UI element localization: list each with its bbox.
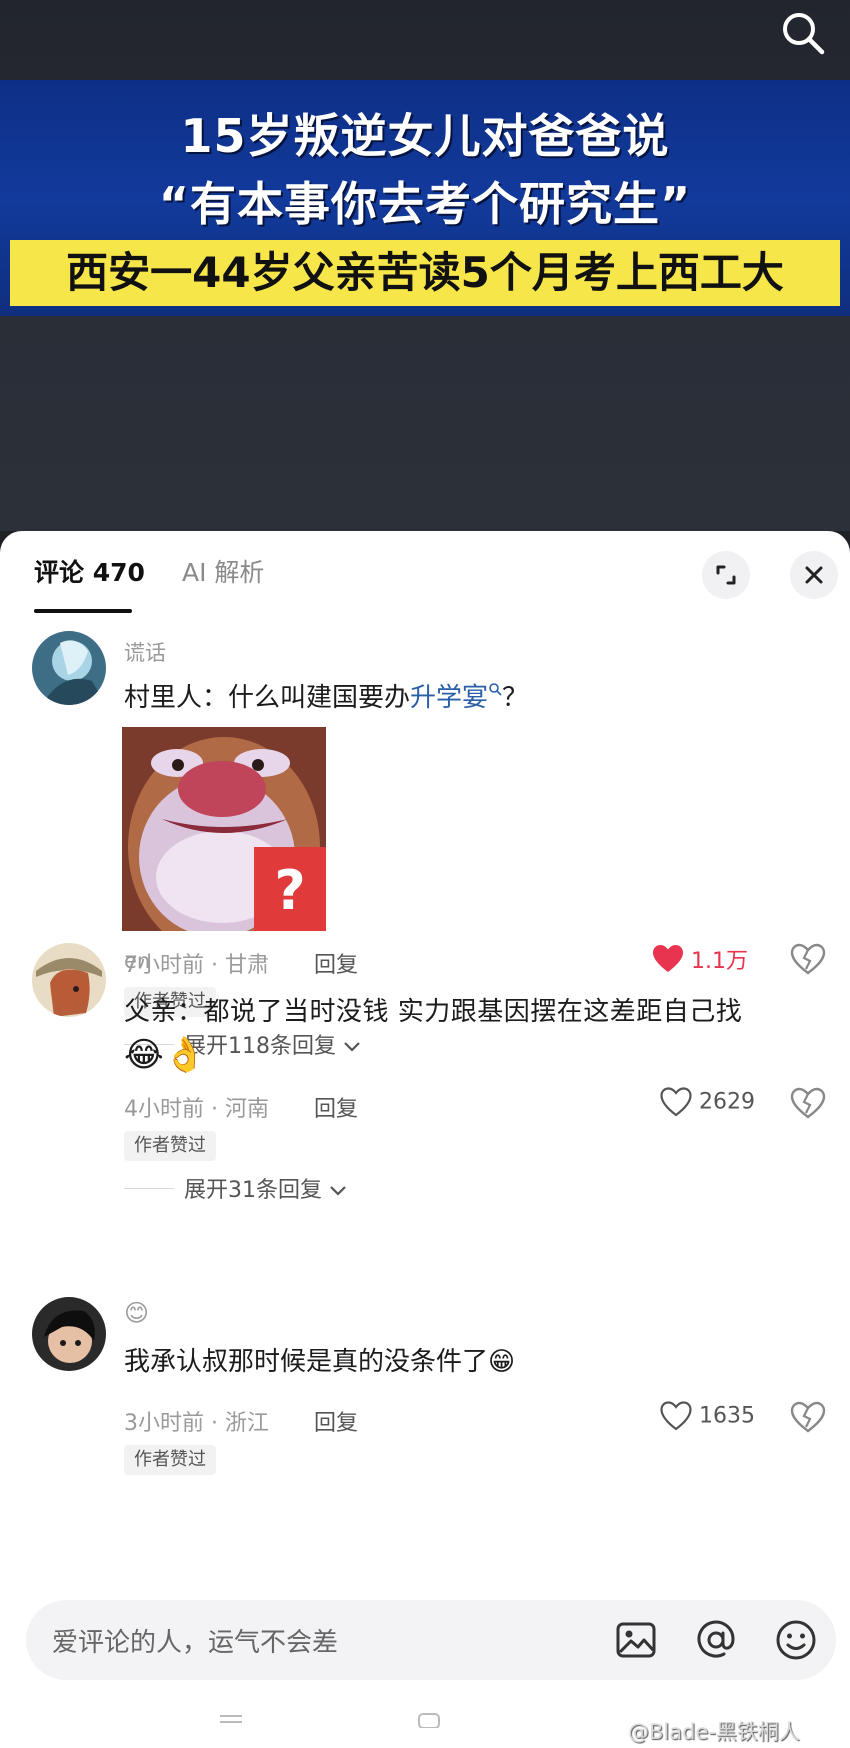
expand-button[interactable] bbox=[702, 551, 750, 599]
reply-button[interactable]: 回复 bbox=[314, 1405, 358, 1437]
comment-text: 村里人：什么叫建国要办升学宴 ？ bbox=[124, 677, 528, 714]
dislike-icon[interactable] bbox=[790, 1087, 826, 1119]
comment-text: 我承认叔那时候是真的没条件了😁 bbox=[124, 1347, 516, 1377]
nav-home-hint[interactable] bbox=[416, 1708, 442, 1729]
like-count: 2629 bbox=[699, 1089, 755, 1115]
search-link[interactable]: 升学宴 bbox=[410, 683, 488, 713]
chevron-down-icon bbox=[344, 1042, 360, 1052]
heart-outline-icon bbox=[660, 1401, 692, 1431]
nav-menu-hint[interactable] bbox=[218, 1708, 244, 1728]
chevron-down-icon bbox=[330, 1186, 346, 1196]
active-tab-indicator bbox=[34, 609, 132, 613]
tab-comments[interactable]: 评论 470 bbox=[34, 555, 145, 591]
avatar[interactable] bbox=[32, 943, 106, 1017]
close-button[interactable] bbox=[790, 551, 838, 599]
like-count: 1635 bbox=[699, 1403, 755, 1429]
video-player[interactable]: 15岁叛逆女儿对爸爸说 “有本事你去考个研究生” 西安一44岁父亲苦读5个月考上… bbox=[0, 0, 850, 531]
comment-time-location: 4小时前 · 河南 bbox=[124, 1097, 269, 1122]
avatar[interactable] bbox=[32, 631, 106, 705]
comments-sheet: 评论 470 AI 解析 谎话 村里人：什么叫建国要办升学宴 ？ ? 7小时前 ·… bbox=[0, 531, 850, 1748]
dislike-icon[interactable] bbox=[790, 1401, 826, 1433]
heart-outline-icon bbox=[660, 1087, 692, 1117]
comment-username[interactable]: en bbox=[124, 949, 150, 973]
comment-time-location: 3小时前 · 浙江 bbox=[124, 1411, 269, 1436]
tab-ai-analysis[interactable]: AI 解析 bbox=[182, 555, 264, 591]
watermark: @Blade-黑铁桐人 bbox=[628, 1720, 800, 1744]
comment-username[interactable]: 😊 bbox=[124, 1299, 149, 1327]
at-icon[interactable] bbox=[694, 1618, 738, 1662]
reply-button[interactable]: 回复 bbox=[314, 1091, 358, 1123]
author-liked-badge: 作者赞过 bbox=[124, 1131, 216, 1161]
expand-icon bbox=[716, 565, 736, 585]
dislike-icon[interactable] bbox=[790, 943, 826, 975]
search-icon[interactable] bbox=[778, 8, 828, 58]
like-count: 1.1万 bbox=[691, 949, 748, 974]
divider bbox=[124, 1188, 174, 1189]
comment-input[interactable]: 爱评论的人，运气不会差 bbox=[26, 1600, 836, 1680]
close-icon bbox=[805, 566, 823, 584]
svg-text:?: ? bbox=[274, 859, 305, 922]
headline-line-2: “有本事你去考个研究生” bbox=[158, 177, 692, 231]
video-headline-banner: 15岁叛逆女儿对爸爸说 “有本事你去考个研究生” 西安一44岁父亲苦读5个月考上… bbox=[0, 80, 850, 316]
author-liked-badge: 作者赞过 bbox=[124, 1445, 216, 1475]
comment-image[interactable]: ? bbox=[122, 727, 326, 957]
comment-text: 父亲：都说了当时没钱 实力跟基因摆在这差距自己找 bbox=[124, 997, 743, 1027]
reply-button[interactable]: 回复 bbox=[314, 947, 358, 979]
expand-replies-label: 展开118条回复 bbox=[184, 1034, 336, 1059]
image-icon[interactable] bbox=[614, 1618, 658, 1662]
comment-text-part: ？ bbox=[502, 683, 529, 713]
search-icon bbox=[489, 683, 502, 696]
expand-replies-button[interactable]: 展开31条回复 bbox=[184, 1172, 347, 1204]
comment-username[interactable]: 谎话 bbox=[124, 637, 166, 667]
expand-replies-label: 展开31条回复 bbox=[184, 1178, 322, 1203]
like-button[interactable]: 2629 bbox=[660, 1087, 755, 1117]
like-button[interactable]: 1.1万 bbox=[652, 943, 748, 975]
headline-line-1: 15岁叛逆女儿对爸爸说 bbox=[180, 109, 670, 163]
comment-emojis: 😂👌 bbox=[124, 1035, 207, 1075]
emoji-icon[interactable] bbox=[774, 1618, 818, 1662]
comment-text-part: 村里人：什么叫建国要办 bbox=[124, 683, 411, 713]
heart-filled-icon bbox=[653, 945, 683, 972]
comment-input-placeholder: 爱评论的人，运气不会差 bbox=[52, 1628, 339, 1658]
expand-replies-button[interactable]: 展开118条回复 bbox=[184, 1028, 361, 1060]
avatar[interactable] bbox=[32, 1297, 106, 1371]
headline-line-3: 西安一44岁父亲苦读5个月考上西工大 bbox=[10, 240, 840, 306]
like-button[interactable]: 1635 bbox=[660, 1401, 755, 1431]
